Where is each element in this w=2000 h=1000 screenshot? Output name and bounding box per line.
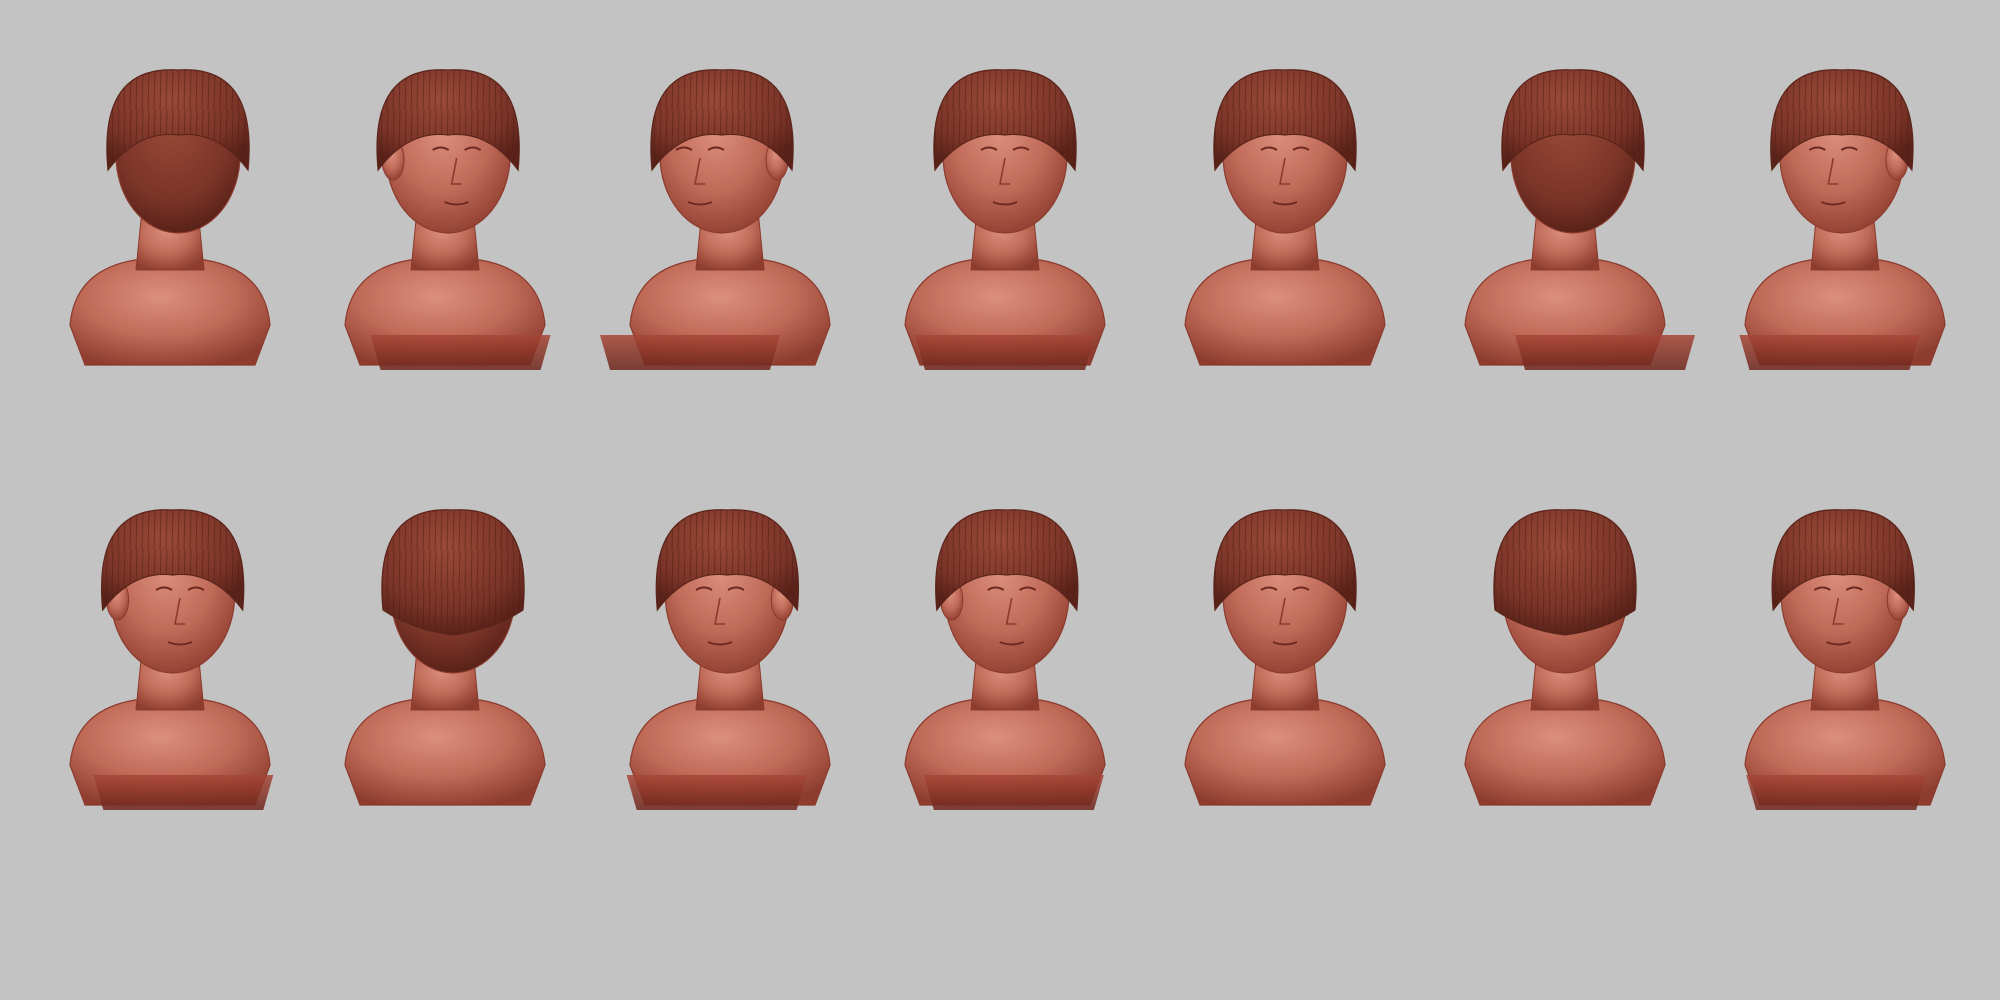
bust-three-quarter-left [626, 509, 831, 810]
bust-shoulders [1184, 259, 1386, 366]
bust-back [69, 69, 271, 366]
render-stage [69, 69, 1946, 810]
bust-pedestal [93, 775, 274, 810]
bust-pedestal [370, 335, 551, 370]
hair-strands [1493, 509, 1637, 635]
bust-top-back [344, 509, 546, 806]
bust-three-quarter-right [344, 69, 551, 370]
bust-three-quarter-right [69, 509, 274, 810]
bust-three-quarter-back-right [1464, 69, 1695, 370]
bust-pedestal [915, 335, 1095, 370]
bust-pedestal [1515, 335, 1695, 370]
bust-pedestal [626, 775, 807, 810]
bust-shoulders [69, 259, 271, 366]
bust-front-tilted-up [904, 69, 1106, 370]
bust-pedestal [923, 775, 1104, 810]
bust-pedestal [1746, 775, 1927, 810]
bust-three-quarter-left-tilted [1739, 69, 1946, 370]
bust-shoulders [1184, 699, 1386, 806]
bust-pedestal [600, 335, 780, 370]
bust-turnaround-sheet [0, 0, 2000, 1000]
bust-shoulders [1464, 699, 1666, 806]
bust-profile-left [600, 69, 831, 370]
hair-strands [381, 509, 525, 635]
bust-pedestal [1739, 335, 1920, 370]
bust-three-quarter-down [904, 509, 1106, 810]
bust-top-down [1464, 509, 1666, 806]
bust-shoulders [344, 699, 546, 806]
bust-front [1184, 509, 1386, 806]
bust-three-quarter-left [1744, 509, 1946, 810]
bust-front [1184, 69, 1386, 366]
